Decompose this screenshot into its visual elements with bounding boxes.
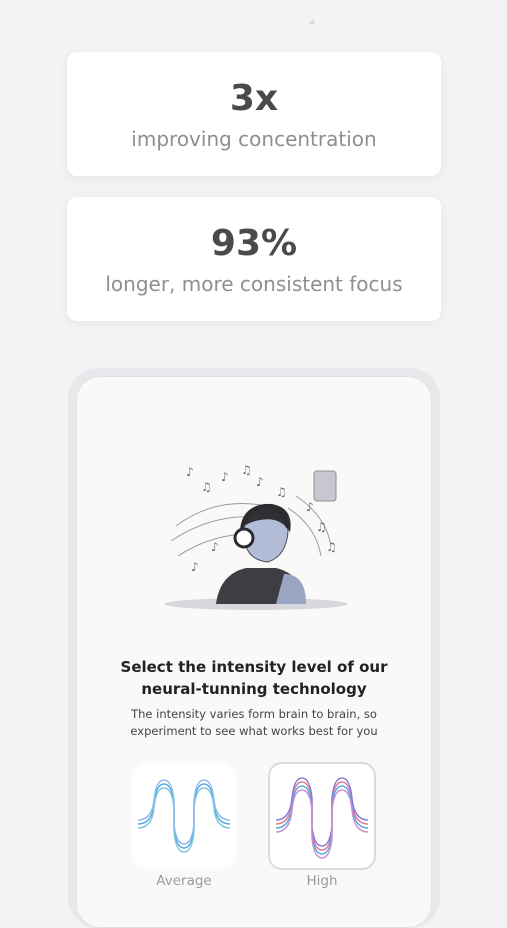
svg-text:♫: ♫ bbox=[241, 463, 252, 477]
option-label-high: High bbox=[306, 873, 338, 889]
svg-text:♪: ♪ bbox=[211, 540, 219, 554]
stat-value: 3x bbox=[229, 78, 279, 119]
top-indicator-icon bbox=[309, 19, 315, 24]
intensity-option-average[interactable] bbox=[132, 764, 236, 868]
stat-caption: improving concentration bbox=[131, 127, 377, 151]
svg-text:♪: ♪ bbox=[256, 475, 264, 489]
svg-text:♫: ♫ bbox=[326, 540, 337, 554]
phone-screen: ♪ ♫ ♪ ♫ ♪ ♫ ♪ ♫ ♪ ♫ ♪ Select the intensity leve… bbox=[76, 376, 432, 928]
svg-text:♪: ♪ bbox=[221, 470, 229, 484]
svg-text:♪: ♪ bbox=[186, 465, 194, 479]
svg-text:♪: ♪ bbox=[306, 500, 314, 514]
stat-card-focus: 93% longer, more consistent focus bbox=[67, 197, 441, 321]
phone-mockup: ♪ ♫ ♪ ♫ ♪ ♫ ♪ ♫ ♪ ♫ ♪ Select the intensity leve… bbox=[68, 368, 440, 928]
headphones-listener-illustration: ♪♫♪ ♫♪♫ ♪♫♪ ♫♪ bbox=[164, 463, 348, 610]
stat-card-concentration: 3x improving concentration bbox=[67, 52, 441, 176]
stat-value: 93% bbox=[210, 223, 298, 264]
svg-text:♪: ♪ bbox=[191, 560, 199, 574]
intensity-title: Select the intensity level of our neural… bbox=[120, 658, 388, 698]
intensity-subtitle: The intensity varies form brain to brain… bbox=[130, 707, 378, 738]
svg-text:♫: ♫ bbox=[201, 480, 212, 494]
wave-high-icon bbox=[275, 777, 369, 859]
wave-average-icon bbox=[137, 779, 231, 853]
stat-caption: longer, more consistent focus bbox=[105, 272, 403, 296]
option-label-average: Average bbox=[156, 873, 212, 889]
svg-text:♫: ♫ bbox=[276, 485, 287, 499]
intensity-option-high[interactable] bbox=[268, 762, 376, 870]
svg-text:♫: ♫ bbox=[316, 520, 327, 534]
